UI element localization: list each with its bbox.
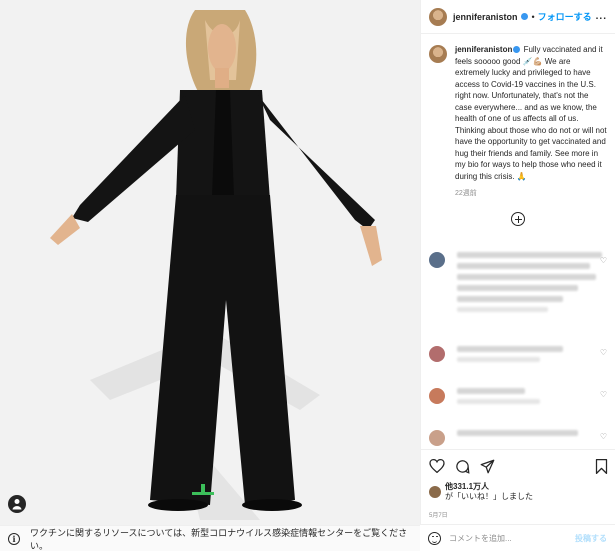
info-icon: i [8, 532, 20, 545]
heart-icon[interactable]: ♡ [600, 348, 607, 357]
follow-button[interactable]: フォローする [538, 10, 592, 23]
post-side-panel: jenniferaniston • フォローする ... jenniferani… [420, 0, 615, 525]
tag-person-icon[interactable] [8, 495, 26, 513]
load-more-comments-icon[interactable] [511, 212, 525, 226]
caption-body: Fully vaccinated and it feels sooooo goo… [455, 45, 607, 181]
list-item: ♡ [421, 346, 615, 367]
avatar[interactable] [429, 486, 441, 498]
post-header: jenniferaniston • フォローする ... [421, 0, 615, 34]
list-item: ♡ [421, 388, 615, 409]
verified-icon [513, 46, 521, 53]
comment-input[interactable] [449, 533, 569, 543]
share-icon[interactable] [480, 459, 495, 474]
heart-icon[interactable]: ♡ [600, 390, 607, 399]
post-date: 5月7日 [429, 513, 448, 519]
verified-icon [520, 13, 528, 20]
caption-avatar[interactable] [429, 45, 447, 63]
caption-time: 22週前 [455, 190, 477, 197]
avatar[interactable] [429, 346, 445, 362]
avatar[interactable] [429, 7, 447, 26]
banner-text[interactable]: ワクチンに関するリソースについては、新型コロナウイルス感染症情報センターをご覧く… [30, 526, 420, 551]
caption: jenniferaniston Fully vaccinated and it … [421, 34, 615, 182]
likes-label: が「いいね！」しました [445, 492, 533, 501]
heart-icon[interactable] [429, 459, 445, 473]
post-actions: 他331.1万人 が「いいね！」しました 5月7日 [421, 449, 615, 519]
avatar[interactable] [429, 388, 445, 404]
post-comment-button[interactable]: 投稿する [575, 533, 607, 544]
avatar[interactable] [429, 430, 445, 446]
header-username[interactable]: jenniferaniston [453, 12, 518, 22]
blurred-comment [457, 252, 608, 317]
heart-icon[interactable]: ♡ [600, 256, 607, 265]
add-comment-bar: 投稿する [420, 524, 615, 551]
likes-count[interactable]: 他331.1万人 [445, 482, 533, 492]
blurred-comment [457, 430, 608, 446]
emoji-icon[interactable] [428, 531, 441, 545]
heart-icon[interactable]: ♡ [600, 432, 607, 441]
more-options-icon[interactable]: ... [596, 11, 607, 22]
list-item: ♡ [421, 430, 615, 446]
separator: • [531, 11, 535, 22]
post-photo[interactable] [0, 0, 420, 525]
caption-username[interactable]: jenniferaniston [455, 45, 512, 54]
caption-text: jenniferaniston Fully vaccinated and it … [455, 44, 607, 182]
comment-icon[interactable] [455, 459, 470, 474]
bookmark-icon[interactable] [595, 458, 608, 474]
list-item: ♡ [421, 252, 615, 317]
likes-summary: 他331.1万人 が「いいね！」しました [429, 482, 608, 502]
avatar[interactable] [429, 252, 445, 268]
blurred-comment [457, 346, 608, 367]
photo-illustration [0, 0, 420, 525]
vaccine-info-banner[interactable]: i ワクチンに関するリソースについては、新型コロナウイルス感染症情報センターをご… [0, 525, 420, 551]
blurred-comment [457, 388, 608, 409]
